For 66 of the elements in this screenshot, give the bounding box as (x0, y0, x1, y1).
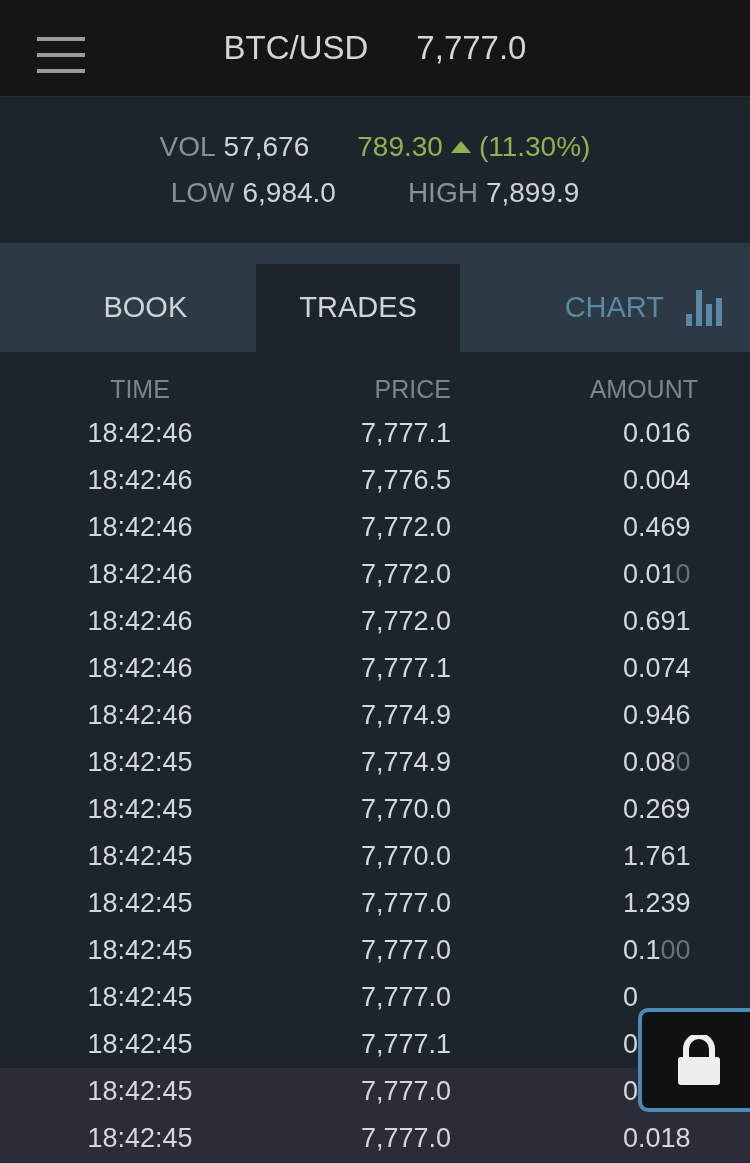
price-cell-text: 7,774.9 (359, 746, 451, 780)
bar-chart-icon (686, 290, 724, 326)
time-cell-text: 18:42:46 (86, 652, 194, 686)
time-cell-text: 18:42:45 (86, 887, 194, 921)
column-header: AMOUNT (588, 373, 698, 405)
low-label: LOW (170, 176, 235, 210)
amount-cell-text: 0.074 (623, 652, 692, 686)
time-cell-text: 18:42:45 (86, 746, 194, 780)
price-cell-text: 7,776.5 (359, 464, 451, 498)
time-cell-text: 18:42:46 (86, 511, 194, 545)
lock-button[interactable] (638, 1008, 750, 1112)
high-label: HIGH (407, 176, 478, 210)
column-header: PRICE (373, 373, 451, 405)
time-cell-text: 18:42:45 (86, 981, 194, 1015)
last-price: 7,777.0 (416, 28, 527, 69)
amount-cell-text: 1.761 (623, 840, 692, 874)
time-cell-text: 18:42:46 (86, 464, 194, 498)
change-value: 789.30 (357, 130, 443, 164)
price-cell-text: 7,777.0 (359, 1122, 451, 1156)
amount-cell-text: 0 (623, 981, 640, 1015)
amount-cell-text: 0.018 (623, 1122, 692, 1156)
time-cell-text: 18:42:46 (86, 605, 194, 639)
amount-cell-text: 0.004 (623, 464, 692, 498)
time-cell-text: 18:42:46 (86, 699, 194, 733)
amount-cell-text: 0.946 (623, 699, 692, 733)
price-cell-text: 7,777.0 (359, 887, 451, 921)
pair-title: BTC/USD (223, 28, 369, 69)
time-cell-text: 18:42:45 (86, 793, 194, 827)
low-value: 6,984.0 (242, 176, 336, 210)
price-cell-text: 7,772.0 (359, 558, 451, 592)
price-cell-text: 7,774.9 (359, 699, 451, 733)
time-cell-text: 18:42:46 (86, 558, 194, 592)
time-cell-text: 18:42:45 (86, 1075, 194, 1109)
amount-cell-text: 0.691 (623, 605, 692, 639)
amount-cell-text: 0 (623, 1028, 640, 1062)
amount-cell-text: 0.010 (623, 558, 692, 592)
amount-cell-text: 1.239 (623, 887, 692, 921)
price-cell-text: 7,770.0 (359, 793, 451, 827)
amount-cell-text: 0.080 (623, 746, 692, 780)
price-cell-text: 7,770.0 (359, 840, 451, 874)
time-cell-text: 18:42:46 (86, 417, 194, 451)
change-percent: (11.30%) (478, 130, 591, 164)
amount-cell-text: 0 (623, 1075, 640, 1109)
volume-value: 57,676 (223, 130, 310, 164)
amount-cell-text: 0.016 (623, 417, 692, 451)
amount-cell-text: 0.469 (623, 511, 692, 545)
tab[interactable]: TRADES (255, 264, 461, 352)
price-cell-text: 7,777.1 (359, 417, 451, 451)
time-cell-text: 18:42:45 (86, 840, 194, 874)
price-cell-text: 7,777.0 (359, 981, 451, 1015)
price-cell-text: 7,777.0 (359, 934, 451, 968)
time-cell-text: 18:42:45 (86, 1122, 194, 1156)
column-header: TIME (109, 373, 171, 405)
amount-cell-text: 0.100 (623, 934, 692, 968)
tab[interactable]: BOOK (43, 264, 248, 352)
price-cell-text: 7,777.1 (359, 652, 451, 686)
time-cell-text: 18:42:45 (86, 934, 194, 968)
price-cell-text: 7,777.0 (359, 1075, 451, 1109)
price-cell-text: 7,777.1 (359, 1028, 451, 1062)
high-value: 7,899.9 (485, 176, 580, 210)
price-cell-text: 7,772.0 (359, 605, 451, 639)
price-cell-text: 7,772.0 (359, 511, 451, 545)
lock-icon (677, 1035, 720, 1085)
volume-label: VOL (159, 130, 216, 164)
time-cell-text: 18:42:45 (86, 1028, 194, 1062)
amount-cell-text: 0.269 (623, 793, 692, 827)
